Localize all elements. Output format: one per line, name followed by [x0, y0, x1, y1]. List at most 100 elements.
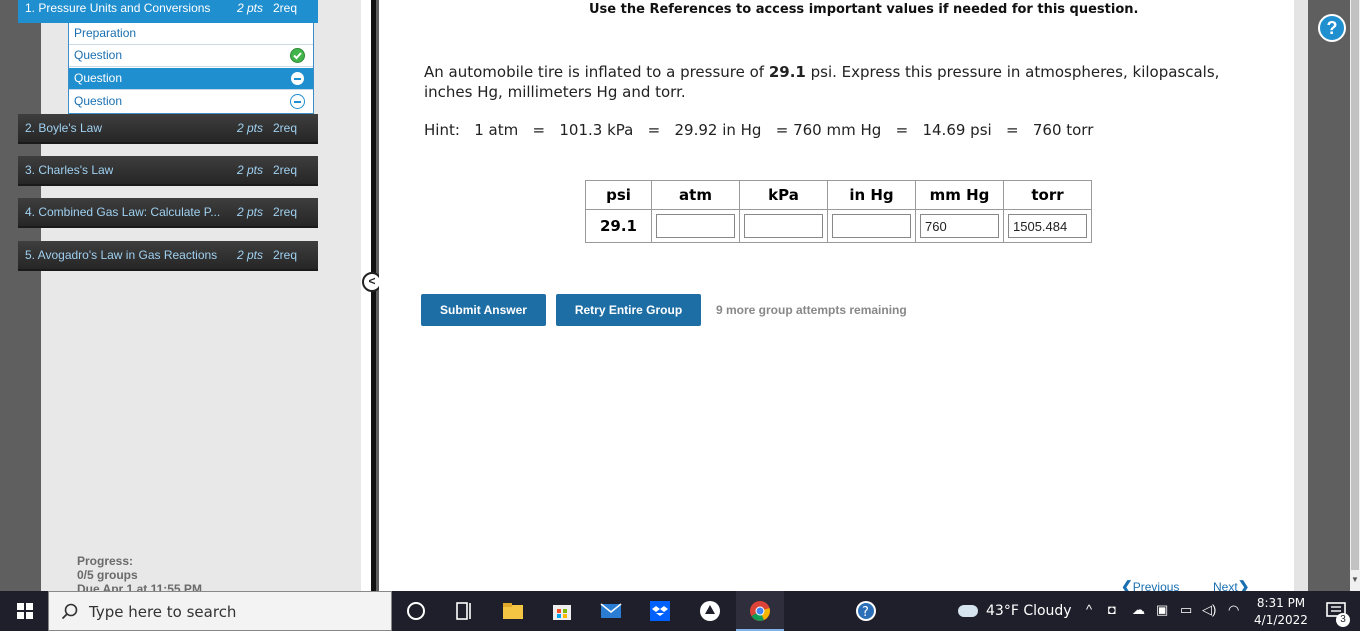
display-icon[interactable]: ▣: [1156, 602, 1168, 618]
in-progress-icon: [290, 94, 305, 109]
atm-input[interactable]: [656, 214, 735, 238]
onedrive-icon[interactable]: ☁: [1132, 602, 1145, 618]
sub-item-question-1[interactable]: Question: [69, 45, 313, 67]
search-placeholder: Type here to search: [89, 603, 237, 621]
notification-count: 3: [1336, 613, 1350, 627]
group-title: 4. Combined Gas Law: Calculate P...: [25, 205, 221, 219]
header-mm-hg: mm Hg: [915, 180, 1004, 210]
help-app-icon[interactable]: ?: [842, 591, 890, 631]
task-view-icon[interactable]: [440, 591, 488, 631]
question-text: An automobile tire is inflated to a pres…: [424, 62, 1254, 102]
chrome-icon[interactable]: [736, 591, 784, 631]
sub-item-label: Preparation: [74, 26, 137, 40]
file-explorer-icon[interactable]: [489, 591, 537, 631]
sub-item-label: Question: [74, 94, 123, 108]
scroll-down-arrow-icon[interactable]: ▼: [1351, 575, 1359, 584]
group-title: 1. Pressure Units and Conversions: [25, 1, 211, 15]
attempts-remaining: 9 more group attempts remaining: [716, 303, 907, 317]
cell-in-hg: [827, 209, 916, 243]
given-psi-value: 29.1: [585, 209, 652, 243]
header-in-hg: in Hg: [827, 180, 916, 210]
cell-kpa: [739, 209, 828, 243]
table-header-row: psi atm kPa in Hg mm Hg torr: [585, 180, 1092, 210]
header-kpa: kPa: [739, 180, 828, 210]
torr-input[interactable]: [1008, 214, 1087, 238]
progress-value: 0/5 groups: [77, 568, 138, 582]
group-requirement: 2req: [273, 248, 298, 262]
cortana-icon[interactable]: [392, 591, 440, 631]
header-psi: psi: [585, 180, 652, 210]
group-points: 2 pts: [237, 1, 264, 15]
header-torr: torr: [1003, 180, 1092, 210]
progress-label: Progress:: [77, 554, 134, 568]
group-points: 2 pts: [237, 248, 264, 262]
given-pressure: 29.1: [768, 63, 806, 81]
battery-icon[interactable]: ▭: [1180, 602, 1192, 618]
group-requirement: 2req: [273, 121, 298, 135]
cloud-icon: [958, 605, 978, 617]
group-title: 2. Boyle's Law: [25, 121, 102, 135]
mail-icon[interactable]: [587, 591, 635, 631]
weather-widget[interactable]: 43°F Cloudy: [958, 603, 1072, 619]
group-pressure-units[interactable]: 1. Pressure Units and Conversions 2 pts …: [18, 0, 318, 23]
mm-hg-input[interactable]: [920, 214, 999, 238]
cell-atm: [651, 209, 740, 243]
submit-answer-button[interactable]: Submit Answer: [421, 294, 546, 326]
conversion-table: psi atm kPa in Hg mm Hg torr 29.1: [585, 180, 1092, 243]
clock[interactable]: 8:31 PM 4/1/2022: [1250, 595, 1312, 629]
in-hg-input[interactable]: [832, 214, 911, 238]
retry-group-button[interactable]: Retry Entire Group: [556, 294, 701, 326]
taskbar-search[interactable]: Type here to search: [48, 591, 392, 631]
hint-text: Hint: 1 atm = 101.3 kPa = 29.92 in Hg = …: [424, 121, 1094, 139]
notification-center-button[interactable]: 3: [1312, 591, 1360, 631]
group-requirement: 2req: [273, 163, 298, 177]
search-icon: [61, 603, 78, 620]
sub-item-label: Question: [74, 71, 123, 85]
table-row: 29.1: [585, 209, 1092, 243]
panel-divider: [361, 0, 371, 591]
meet-now-icon[interactable]: ◘: [1108, 602, 1116, 617]
question-text-start: An automobile tire is inflated to a pres…: [424, 63, 769, 81]
start-button[interactable]: [0, 591, 48, 631]
cell-torr: [1003, 209, 1092, 243]
app-icon[interactable]: [686, 591, 734, 631]
group-requirement: 2req: [273, 1, 298, 15]
svg-text:?: ?: [862, 605, 869, 620]
weather-text: 43°F Cloudy: [986, 603, 1072, 619]
volume-icon[interactable]: ◁): [1202, 602, 1216, 618]
cell-mm-hg: [915, 209, 1004, 243]
check-icon: [290, 48, 305, 63]
sub-item-question-2[interactable]: Question: [69, 68, 313, 90]
chevron-up-icon[interactable]: ^: [1086, 602, 1092, 617]
group-avogadros-law[interactable]: 5. Avogadro's Law in Gas Reactions 2 pts…: [18, 241, 318, 271]
panel-divider-line: [371, 0, 376, 591]
windows-taskbar: Type here to search ? 43°F Cloudy ^ ◘ ☁ …: [0, 591, 1360, 631]
sub-item-question-3[interactable]: Question: [69, 91, 313, 113]
help-button[interactable]: ?: [1318, 14, 1346, 42]
question-area: Use the References to access important v…: [379, 0, 1294, 594]
microsoft-store-icon[interactable]: [538, 591, 586, 631]
kpa-input[interactable]: [744, 214, 823, 238]
in-progress-icon: [290, 71, 305, 86]
group-points: 2 pts: [237, 205, 264, 219]
clock-date: 4/1/2022: [1254, 613, 1308, 627]
group-points: 2 pts: [237, 163, 264, 177]
sub-item-preparation[interactable]: Preparation: [69, 23, 313, 45]
group-title: 3. Charles's Law: [25, 163, 114, 177]
group-points: 2 pts: [237, 121, 264, 135]
group-sub-items: Preparation Question Question Question: [68, 23, 314, 114]
group-requirement: 2req: [273, 205, 298, 219]
clock-time: 8:31 PM: [1256, 596, 1306, 610]
group-title: 5. Avogadro's Law in Gas Reactions: [25, 248, 218, 262]
sub-item-label: Question: [74, 48, 123, 62]
group-combined-gas-law[interactable]: 4. Combined Gas Law: Calculate P... 2 pt…: [18, 198, 318, 228]
scrollbar-thumb[interactable]: [1351, 0, 1359, 570]
header-atm: atm: [651, 180, 740, 210]
references-note: Use the References to access important v…: [589, 2, 1139, 17]
progress-summary: Progress: 0/5 groups Due Apr 1 at 11:55 …: [77, 554, 202, 596]
wifi-icon[interactable]: ◠: [1228, 602, 1239, 618]
group-charles-law[interactable]: 3. Charles's Law 2 pts 2req: [18, 156, 318, 186]
group-boyles-law[interactable]: 2. Boyle's Law 2 pts 2req: [18, 114, 318, 144]
windows-logo-icon: [17, 603, 33, 619]
dropbox-icon[interactable]: [636, 591, 684, 631]
